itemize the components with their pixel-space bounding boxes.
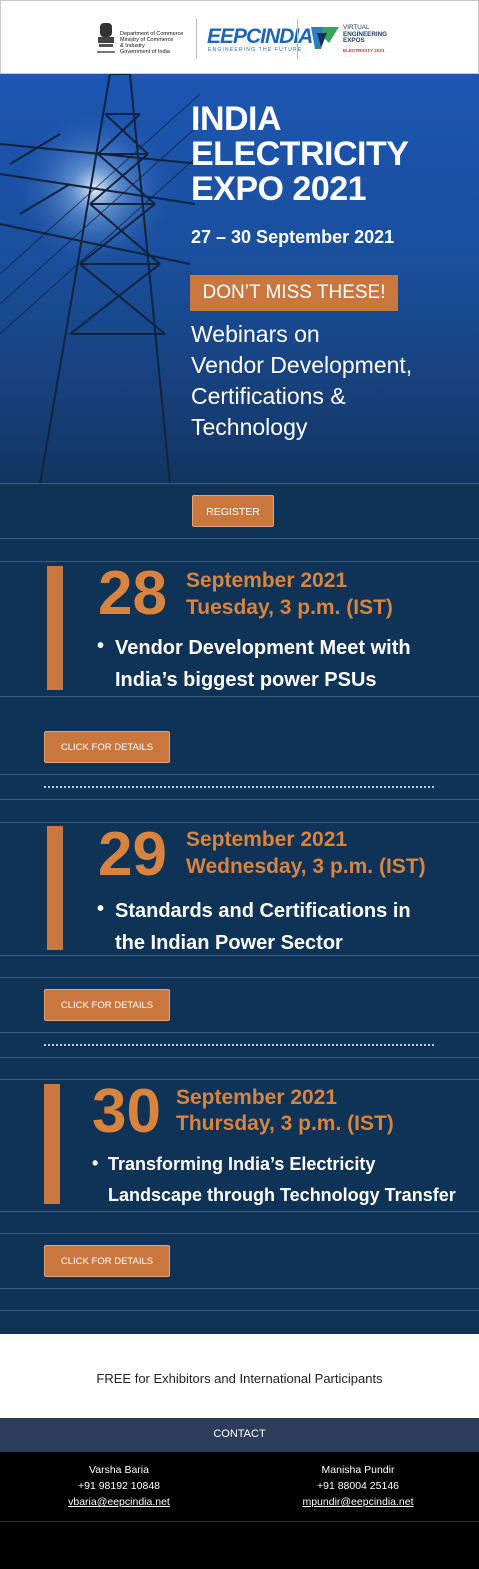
section-divider bbox=[0, 1310, 479, 1311]
virtual-expo-logo-icon bbox=[311, 27, 339, 49]
section-divider bbox=[0, 774, 479, 775]
section-divider bbox=[0, 1057, 479, 1058]
event-details-button[interactable]: CLICK FOR DETAILS bbox=[44, 1245, 170, 1277]
virtual-expo-subtitle: ELECTRICITY 2021 bbox=[343, 48, 385, 53]
event-topic: Transforming India’s Electricity Landsca… bbox=[108, 1154, 456, 1205]
header-divider bbox=[196, 19, 197, 59]
contact-email-link[interactable]: mpundir@eepcindia.net bbox=[258, 1494, 458, 1510]
section-divider bbox=[0, 483, 479, 484]
contact-phone: +91 88004 25146 bbox=[316, 1480, 400, 1492]
dotted-separator bbox=[44, 1044, 434, 1046]
contact-email-link[interactable]: vbaria@eepcindia.net bbox=[19, 1494, 219, 1510]
contact-card: Manisha Pundir +91 88004 25146 mpundir@e… bbox=[258, 1462, 458, 1510]
section-divider bbox=[0, 1211, 479, 1212]
section-divider bbox=[0, 1079, 479, 1080]
footer-divider bbox=[0, 1521, 479, 1522]
free-note-text: FREE for Exhibitors and International Pa… bbox=[96, 1371, 383, 1386]
contact-phone: +91 98192 10848 bbox=[77, 1480, 161, 1492]
eepc-tagline: ENGINEERING THE FUTURE bbox=[208, 47, 303, 53]
event-weekday-time: Wednesday, 3 p.m. (IST) bbox=[186, 855, 426, 878]
section-divider bbox=[0, 799, 479, 800]
virtual-expo-logo-text: VIRTUAL ENGINEERING EXPOS bbox=[343, 24, 388, 44]
event-details-button[interactable]: CLICK FOR DETAILS bbox=[44, 731, 170, 763]
section-divider bbox=[0, 822, 479, 823]
section-divider bbox=[0, 977, 479, 978]
dont-miss-banner: DON’T MISS THESE! bbox=[190, 275, 398, 311]
bullet-icon: • bbox=[97, 635, 105, 657]
event-day: 30 bbox=[92, 1077, 161, 1146]
event-accent-bar bbox=[47, 566, 63, 690]
dotted-separator bbox=[44, 786, 434, 788]
section-divider bbox=[0, 1032, 479, 1033]
bullet-icon: • bbox=[97, 898, 105, 920]
expo-dates: 27 – 30 September 2021 bbox=[191, 227, 395, 247]
hero-subtitle: Webinars on Vendor Development, Certific… bbox=[191, 321, 413, 440]
email-header: Department of Commerce Ministry of Comme… bbox=[0, 0, 479, 74]
event-topic: Vendor Development Meet with India’s big… bbox=[115, 637, 411, 691]
contact-card: Varsha Baria +91 98192 10848 vbaria@eepc… bbox=[19, 1462, 219, 1510]
section-divider bbox=[0, 696, 479, 697]
event-month-year: September 2021 bbox=[186, 828, 348, 851]
section-divider bbox=[0, 538, 479, 539]
event-month-year: September 2021 bbox=[176, 1086, 338, 1109]
event-accent-bar bbox=[47, 826, 63, 950]
hero-title: INDIA ELECTRICITY EXPO 2021 bbox=[191, 100, 409, 208]
national-emblem-icon bbox=[97, 23, 115, 53]
contact-name: Varsha Baria bbox=[89, 1464, 149, 1476]
event-weekday-time: Tuesday, 3 p.m. (IST) bbox=[186, 596, 393, 619]
dept-of-commerce-text: Department of Commerce Ministry of Comme… bbox=[120, 31, 184, 55]
section-divider bbox=[0, 1288, 479, 1289]
hero-banner: INDIA ELECTRICITY EXPO 2021 27 – 30 Sept… bbox=[0, 74, 479, 484]
section-divider bbox=[0, 561, 479, 562]
event-accent-bar bbox=[44, 1084, 60, 1204]
event-weekday-time: Thursday, 3 p.m. (IST) bbox=[176, 1112, 394, 1135]
bullet-icon: • bbox=[92, 1153, 99, 1173]
section-divider bbox=[0, 955, 479, 956]
transmission-tower-image bbox=[0, 74, 200, 484]
register-button[interactable]: REGISTER bbox=[192, 495, 274, 527]
event-month-year: September 2021 bbox=[186, 569, 348, 592]
header-divider bbox=[297, 19, 298, 59]
section-divider bbox=[0, 1233, 479, 1234]
contact-name: Manisha Pundir bbox=[321, 1464, 395, 1476]
event-details-button[interactable]: CLICK FOR DETAILS bbox=[44, 989, 170, 1021]
contact-heading: CONTACT bbox=[213, 1428, 266, 1440]
event-day: 29 bbox=[98, 820, 167, 889]
event-day: 28 bbox=[98, 559, 167, 628]
event-topic: Standards and Certifications in the Indi… bbox=[115, 900, 411, 954]
